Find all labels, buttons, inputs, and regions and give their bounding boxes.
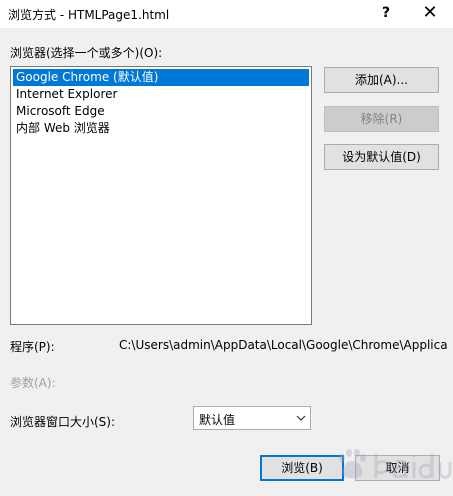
title-bar[interactable]: 浏览方式 - HTMLPage1.html ? ✕ xyxy=(0,0,453,28)
window-size-select[interactable]: 默认值 xyxy=(193,406,311,430)
browse-button[interactable]: 浏览(B) xyxy=(260,455,344,481)
close-icon[interactable]: ✕ xyxy=(410,0,450,28)
help-icon[interactable]: ? xyxy=(366,0,406,28)
remove-button[interactable]: 移除(R) xyxy=(324,106,439,132)
window-size-label: 浏览器窗口大小(S): xyxy=(10,415,116,429)
browser-item-internal[interactable]: 内部 Web 浏览器 xyxy=(13,120,309,137)
program-path: C:\Users\admin\AppData\Local\Google\Chro… xyxy=(119,338,448,352)
list-item-label: Microsoft Edge xyxy=(16,104,105,118)
add-button[interactable]: 添加(A)... xyxy=(324,67,439,93)
window-title: 浏览方式 - HTMLPage1.html xyxy=(8,8,170,22)
chevron-down-icon xyxy=(296,415,306,421)
set-default-button[interactable]: 设为默认值(D) xyxy=(324,144,439,170)
program-label: 程序(P): xyxy=(10,340,55,354)
arguments-label: 参数(A): xyxy=(10,376,56,390)
cancel-button[interactable]: 取消 xyxy=(355,455,440,481)
list-item-label: 内部 Web 浏览器 xyxy=(16,121,110,135)
browser-item-ie[interactable]: Internet Explorer xyxy=(13,86,309,103)
browse-with-dialog: 浏览方式 - HTMLPage1.html ? ✕ 浏览器(选择一个或多个)(O… xyxy=(0,0,453,496)
browser-list[interactable]: Google Chrome (默认值) Internet Explorer Mi… xyxy=(10,66,312,325)
list-item-label: Google Chrome (默认值) xyxy=(16,70,159,84)
window-size-value: 默认值 xyxy=(199,413,236,427)
browser-item-chrome[interactable]: Google Chrome (默认值) xyxy=(13,69,309,86)
list-item-label: Internet Explorer xyxy=(16,87,118,101)
browser-item-edge[interactable]: Microsoft Edge xyxy=(13,103,309,120)
browsers-label: 浏览器(选择一个或多个)(O): xyxy=(10,46,163,60)
